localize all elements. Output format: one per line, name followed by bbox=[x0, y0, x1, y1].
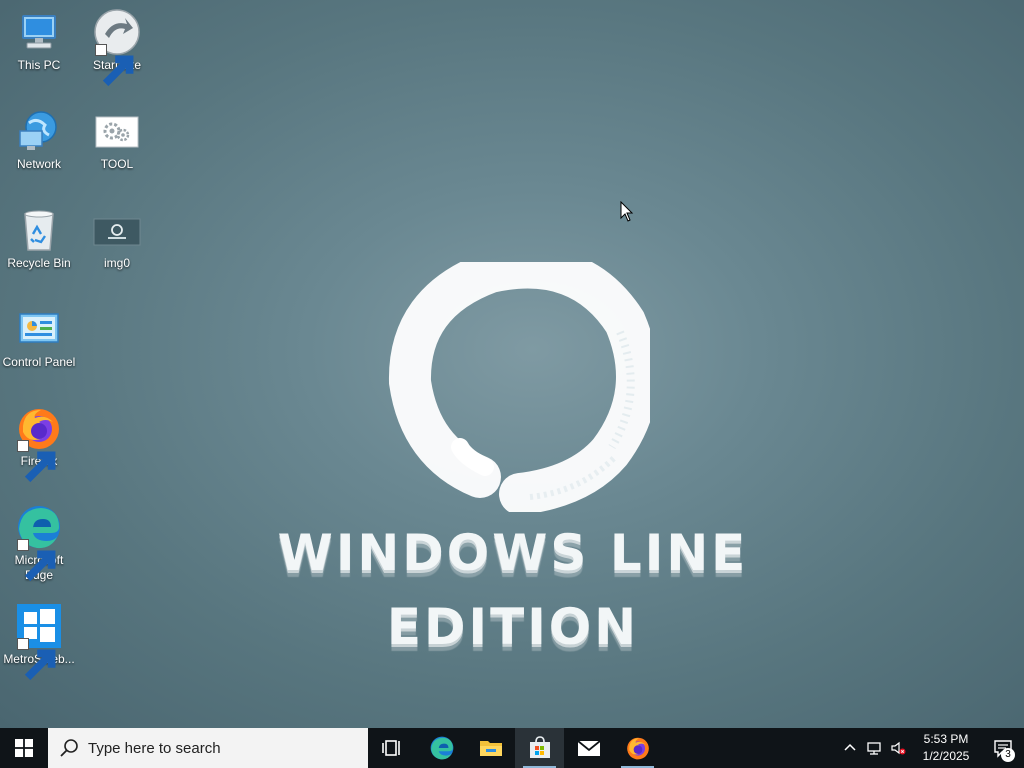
desktop-icon-firefox[interactable]: Firefox bbox=[0, 398, 78, 483]
taskbar-task-view-button[interactable] bbox=[368, 728, 417, 768]
edge-icon bbox=[430, 736, 453, 760]
desktop-icon-label: This PC bbox=[17, 58, 61, 72]
desktop-icon-network[interactable]: Network bbox=[0, 101, 78, 172]
shortcut-arrow-icon bbox=[17, 539, 56, 582]
start-button[interactable] bbox=[0, 728, 48, 768]
control-panel-icon bbox=[15, 305, 63, 353]
clock-time: 5:53 PM bbox=[923, 732, 969, 746]
taskbar-search-box[interactable]: Type here to search bbox=[48, 728, 368, 768]
desktop-icon-tool[interactable]: TOOL bbox=[78, 101, 156, 172]
taskbar-mail-button[interactable] bbox=[564, 728, 613, 768]
taskbar-clock[interactable]: 5:53 PM 1/2/2025 bbox=[910, 731, 982, 765]
shortcut-arrow-icon bbox=[95, 44, 134, 87]
task-view-icon bbox=[381, 740, 400, 756]
desktop-icon-control-panel[interactable]: Control Panel bbox=[0, 299, 78, 370]
desktop-icon-this-pc[interactable]: This PC bbox=[0, 2, 78, 73]
recycle-bin-icon bbox=[15, 206, 63, 254]
desktop-icon-label: Recycle Bin bbox=[7, 256, 71, 270]
mouse-cursor-icon bbox=[620, 200, 634, 223]
clock-date: 1/2/2025 bbox=[922, 749, 970, 763]
metro-sidebar-icon bbox=[15, 602, 63, 681]
edge-icon bbox=[15, 503, 63, 582]
store-icon bbox=[529, 736, 550, 758]
search-placeholder: Type here to search bbox=[88, 739, 221, 757]
action-center-button[interactable]: 3 bbox=[982, 728, 1024, 768]
firefox-icon bbox=[626, 737, 649, 760]
taskbar-file-explorer-button[interactable] bbox=[466, 728, 515, 768]
network-wired-icon bbox=[867, 742, 881, 755]
search-icon bbox=[60, 739, 78, 757]
volume-muted-icon bbox=[891, 741, 906, 755]
desktop-icon-label: TOOL bbox=[100, 157, 134, 171]
computer-icon bbox=[15, 8, 63, 56]
image-file-icon bbox=[93, 206, 141, 254]
desktop-icon-metro-sidebar[interactable]: MetroSideb... bbox=[0, 596, 78, 681]
desktop-icon-recycle-bin[interactable]: Recycle Bin bbox=[0, 200, 78, 271]
firefox-icon bbox=[15, 404, 63, 483]
start-exe-icon bbox=[93, 8, 141, 87]
wallpaper-enso-circle bbox=[380, 246, 658, 515]
desktop-icon-img0[interactable]: img0 bbox=[78, 200, 156, 271]
tray-network-button[interactable] bbox=[862, 728, 886, 768]
desktop-icon-label: img0 bbox=[103, 256, 130, 270]
shortcut-arrow-icon bbox=[17, 638, 56, 681]
shortcut-arrow-icon bbox=[17, 440, 56, 483]
tool-gears-icon bbox=[93, 107, 141, 155]
desktop[interactable]: This PC Start.exe Network TOOL Recycle B… bbox=[0, 0, 1024, 728]
windows-logo-icon bbox=[15, 739, 33, 757]
taskbar-firefox-button[interactable] bbox=[613, 728, 662, 768]
tray-show-hidden-icons-button[interactable] bbox=[838, 728, 862, 768]
taskbar: Type here to search 5:53 PM 1/2/2025 3 bbox=[0, 728, 1024, 768]
folder-icon bbox=[479, 741, 502, 756]
network-icon bbox=[15, 107, 63, 155]
taskbar-edge-button[interactable] bbox=[417, 728, 466, 768]
wallpaper-title: WINDOWS LINE EDITION bbox=[277, 524, 749, 656]
notification-count-badge: 3 bbox=[1001, 748, 1015, 762]
desktop-icon-microsoft-edge[interactable]: Microsoft Edge bbox=[0, 497, 78, 583]
system-tray: 5:53 PM 1/2/2025 3 bbox=[838, 728, 1024, 768]
desktop-icon-start-exe[interactable]: Start.exe bbox=[78, 2, 156, 87]
mail-icon bbox=[576, 740, 601, 756]
desktop-icon-label: Network bbox=[16, 157, 61, 171]
chevron-up-icon bbox=[844, 743, 856, 751]
tray-volume-button[interactable] bbox=[886, 728, 910, 768]
taskbar-store-button[interactable] bbox=[515, 728, 564, 768]
desktop-icon-label: Control Panel bbox=[2, 355, 76, 369]
